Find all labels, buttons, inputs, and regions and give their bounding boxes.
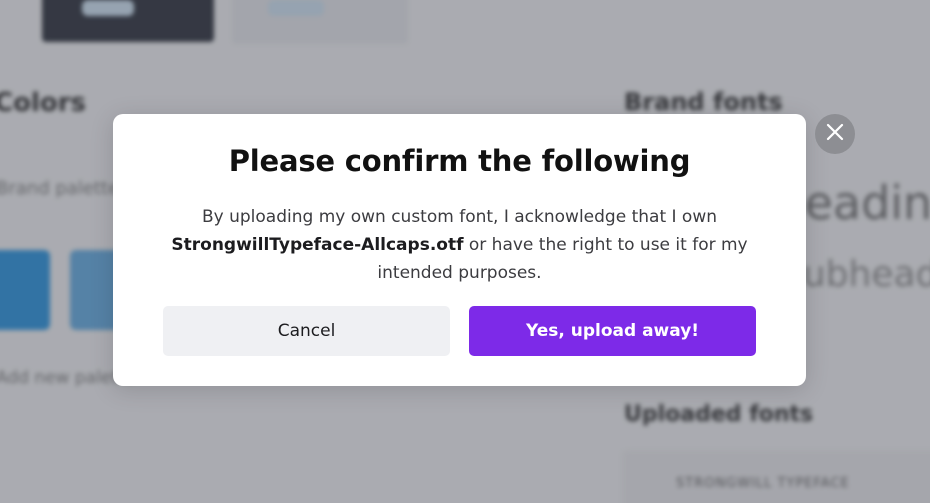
dialog-title: Please confirm the following bbox=[228, 144, 691, 178]
close-dialog-button[interactable] bbox=[815, 114, 855, 154]
page: Colors Brand palette Add new palette Bra… bbox=[0, 0, 930, 503]
confirm-upload-button[interactable]: Yes, upload away! bbox=[469, 306, 756, 356]
dialog-message: By uploading my own custom font, I ackno… bbox=[157, 203, 762, 287]
font-filename: StrongwillTypeface-Allcaps.otf bbox=[171, 235, 464, 255]
message-prefix: By uploading my own custom font, I ackno… bbox=[201, 207, 718, 227]
confirm-dialog: Please confirm the following By uploadin… bbox=[113, 114, 806, 386]
close-icon bbox=[826, 123, 844, 145]
cancel-button[interactable]: Cancel bbox=[163, 306, 450, 356]
